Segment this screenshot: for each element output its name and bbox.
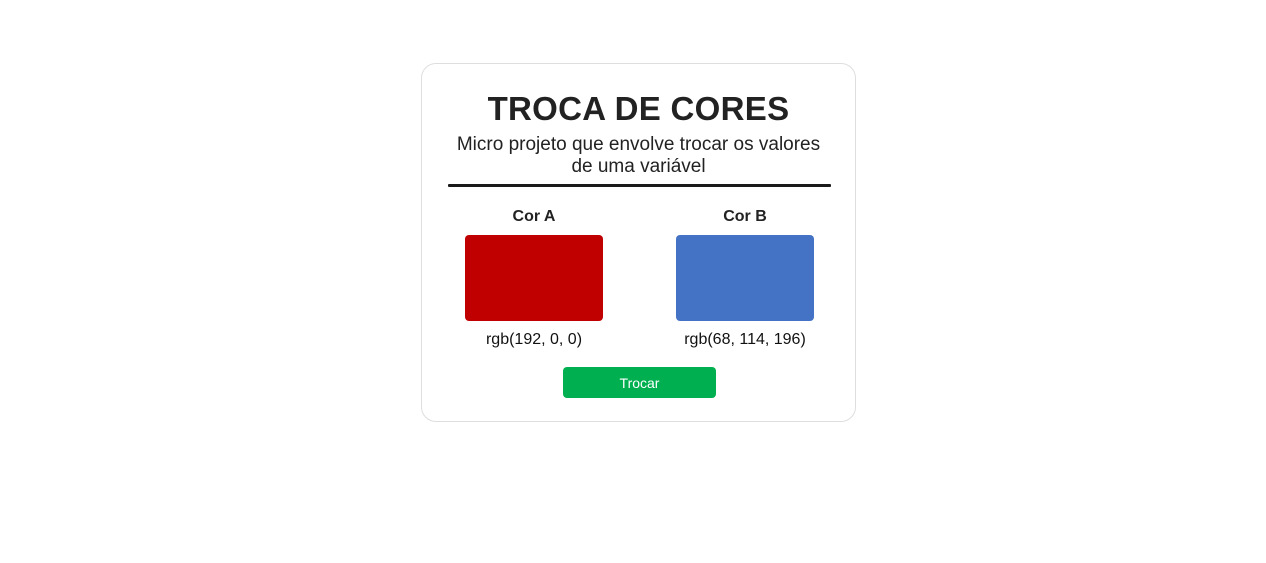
swap-button[interactable]: Trocar	[563, 367, 716, 398]
color-b-panel: Cor B rgb(68, 114, 196)	[645, 207, 845, 350]
color-b-value: rgb(68, 114, 196)	[684, 331, 806, 348]
color-b-label: Cor B	[723, 208, 767, 225]
divider	[448, 184, 831, 187]
page-subtitle: Micro projeto que envolve trocar os valo…	[456, 134, 821, 177]
color-a-panel: Cor A rgb(192, 0, 0)	[434, 207, 634, 350]
page-title: TROCA DE CORES	[487, 90, 790, 127]
color-a-label: Cor A	[512, 208, 556, 225]
color-a-swatch	[465, 235, 603, 321]
color-swap-card: TROCA DE CORES Micro projeto que envolve…	[421, 63, 856, 422]
color-b-swatch	[676, 235, 814, 321]
color-a-value: rgb(192, 0, 0)	[485, 331, 583, 348]
